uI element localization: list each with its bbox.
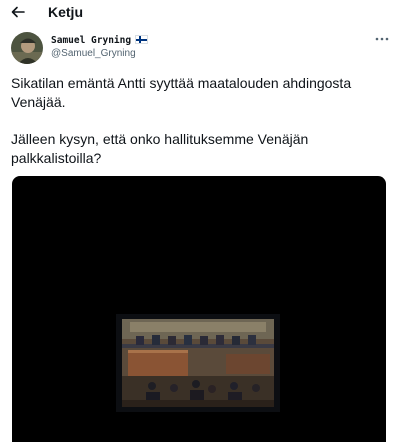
author-handle[interactable]: @Samuel_Gryning [51,48,136,60]
thread-header: Ketju [0,0,398,24]
finland-flag-icon [135,35,149,44]
avatar[interactable] [11,32,43,64]
tweet-video[interactable] [12,176,386,442]
more-horizontal-icon[interactable] [374,33,390,45]
arrow-left-icon[interactable] [9,3,27,21]
author-display-name: Samuel Gryning [51,35,132,46]
tweet-text-paragraph: Sikatilan emäntä Antti syyttää maataloud… [11,75,352,110]
tweet-text-paragraph: Jälleen kysyn, että onko hallituksemme V… [11,131,309,166]
video-thumbnail [116,314,280,412]
author-name[interactable]: Samuel Gryning [51,35,149,47]
page-title: Ketju [48,4,83,20]
